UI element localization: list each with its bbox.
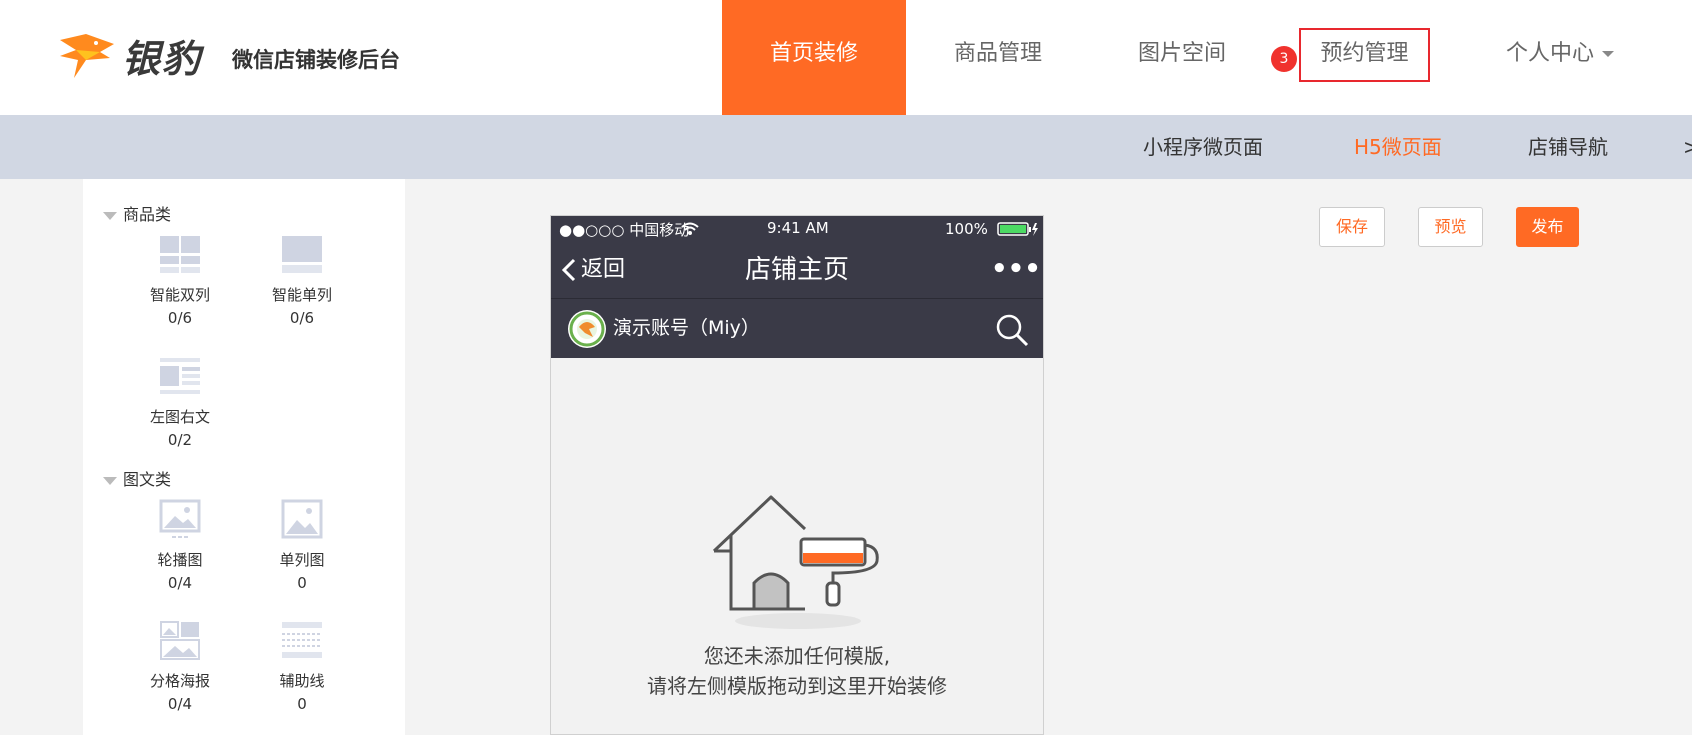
nav-item-label: 个人中心 (1505, 41, 1594, 66)
phone-page-title: 店铺主页 (744, 255, 849, 285)
widget-smart-single-column[interactable]: 智能单列 0/6 (247, 234, 357, 327)
subnav-store-navigation[interactable]: 店铺导航 (1528, 115, 1608, 179)
category-title-products[interactable]: 商品类 (103, 201, 171, 225)
single-image-icon (281, 499, 323, 539)
brand-name: 银豹 (122, 37, 203, 81)
highlight-box (1299, 28, 1430, 82)
carrier-label: ●●○○○ 中国移动 (559, 221, 690, 239)
more-options-icon[interactable]: ••• (991, 242, 1041, 298)
phone-title-bar: 返回 店铺主页 ••• (551, 242, 1043, 298)
divider-line-icon (282, 622, 322, 658)
empty-house-illustration-icon (712, 495, 879, 629)
empty-message-line2: 请将左侧模版拖动到这里开始装修 (647, 674, 947, 698)
caret-down-icon (1602, 51, 1614, 57)
single-column-icon (282, 236, 322, 273)
widget-smart-double-column[interactable]: 智能双列 0/6 (125, 234, 235, 327)
search-icon[interactable] (995, 313, 1029, 347)
nav-item-label: 商品管理 (953, 41, 1042, 66)
phone-status-bar: ●●○○○ 中国移动 9:41 AM 100% (551, 216, 1043, 242)
widget-divider-line[interactable]: 辅助线 0 (247, 620, 357, 713)
shop-avatar (568, 310, 606, 348)
leopard-logo-icon (60, 34, 114, 78)
battery-percent: 100% (945, 220, 988, 238)
widget-left-image-right-text[interactable]: 左图右文 0/2 (125, 356, 235, 449)
battery-icon (997, 222, 1038, 236)
phone-shop-bar: 演示账号（Miy） (551, 298, 1043, 358)
category-title-image-text[interactable]: 图文类 (103, 466, 171, 490)
subnav-mini-program-page[interactable]: 小程序微页面 (1143, 115, 1263, 179)
nav-item-label: 首页装修 (769, 41, 858, 66)
phone-time: 9:41 AM (767, 219, 829, 237)
subnav-more-arrow[interactable]: > (1683, 115, 1692, 179)
widget-panel: 商品类 智能双列 0/6 智能单列 0/6 左图右文 0/2 图文类 轮播图 0… (83, 179, 405, 735)
phone-preview: ●●○○○ 中国移动 9:41 AM 100% 返回 店铺主页 ••• 演示账号… (550, 215, 1044, 735)
grid-poster-icon (160, 621, 200, 660)
wifi-icon (681, 222, 699, 235)
shop-name: 演示账号（Miy） (613, 317, 760, 339)
carousel-image-icon (159, 499, 201, 538)
nav-item-label: 图片空间 (1137, 41, 1226, 66)
empty-message-line1: 您还未添加任何模版, (703, 644, 891, 668)
subnav-h5-page[interactable]: H5微页面 (1354, 115, 1442, 179)
publish-button[interactable]: 发布 (1516, 207, 1579, 247)
nav-product-management[interactable]: 商品管理 (906, 0, 1090, 115)
notification-badge: 3 (1271, 46, 1297, 72)
nav-personal-center[interactable]: 个人中心 (1480, 0, 1640, 115)
brand-subtitle: 微信店铺装修后台 (232, 48, 400, 72)
top-header: 银豹 微信店铺装修后台 首页装修 商品管理 图片空间 3 预约管理 个人中心 (0, 0, 1692, 115)
nav-home-decoration[interactable]: 首页装修 (722, 0, 906, 115)
widget-carousel[interactable]: 轮播图 0/4 (125, 499, 235, 592)
collapse-triangle-icon (103, 211, 117, 220)
nav-image-space[interactable]: 图片空间 (1090, 0, 1274, 115)
widget-single-image[interactable]: 单列图 0 (247, 499, 357, 592)
sub-navigation: 小程序微页面 H5微页面 店铺导航 > (0, 115, 1692, 179)
double-column-icon (160, 236, 200, 273)
left-image-right-text-icon (160, 358, 200, 394)
save-button[interactable]: 保存 (1319, 207, 1385, 247)
widget-grid-poster[interactable]: 分格海报 0/4 (125, 620, 235, 713)
preview-button[interactable]: 预览 (1418, 207, 1483, 247)
collapse-triangle-icon (103, 476, 117, 485)
